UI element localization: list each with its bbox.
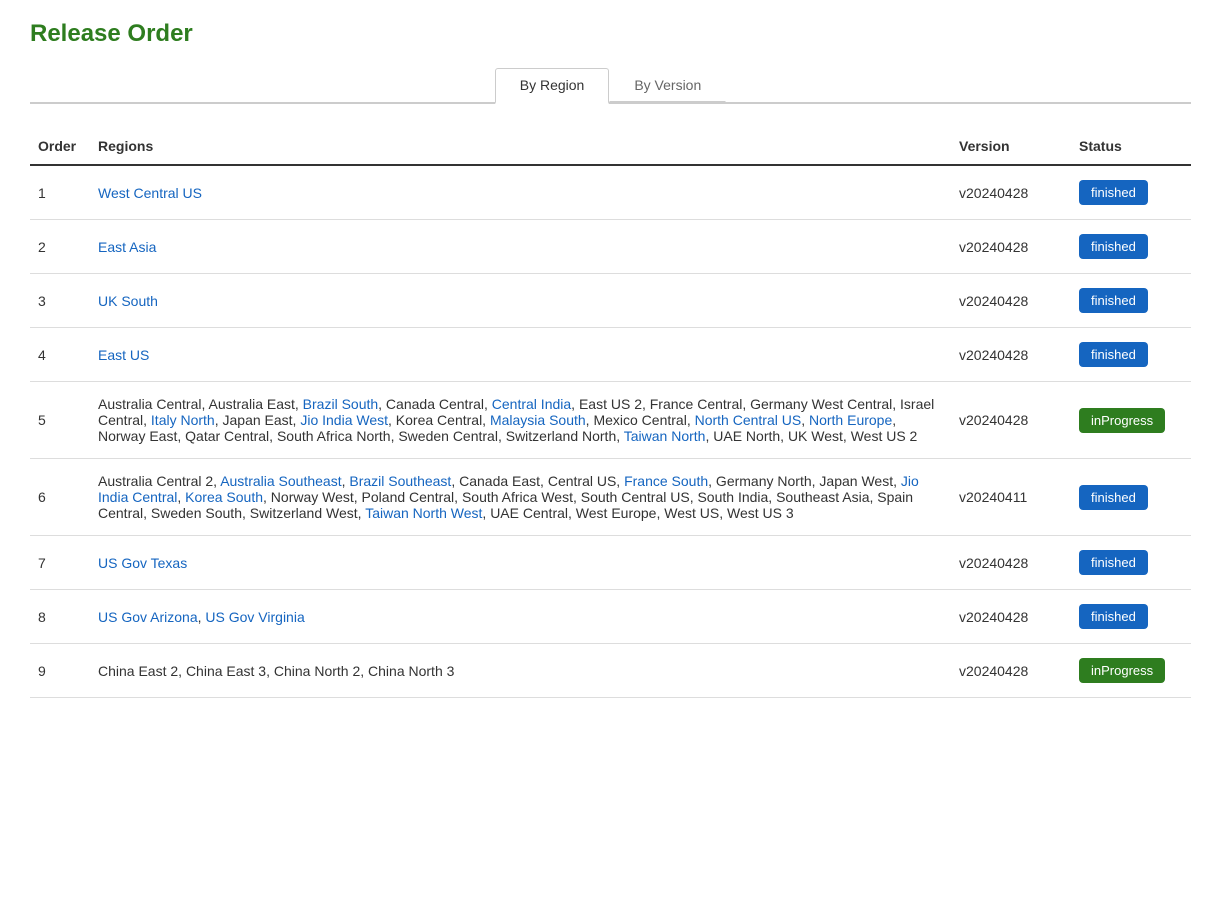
cell-status: inProgress [1071, 382, 1191, 459]
region-text: , [177, 489, 185, 505]
region-text: , Australia East, [202, 396, 303, 412]
table-row: 9 China East 2, China East 3, China North… [30, 644, 1191, 698]
region-link[interactable]: East US [98, 347, 149, 363]
region-text: , Mexico Central, [586, 412, 695, 428]
region-text: Australia Central [98, 396, 202, 412]
cell-version: v20240428 [951, 382, 1071, 459]
tab-by-region[interactable]: By Region [495, 68, 610, 104]
region-link[interactable]: France South [624, 473, 708, 489]
region-link[interactable]: North Central US [695, 412, 802, 428]
status-badge: finished [1079, 604, 1148, 629]
table-row: 6Australia Central 2, Australia Southeas… [30, 459, 1191, 536]
region-text: , Canada Central, [378, 396, 492, 412]
cell-order: 6 [30, 459, 90, 536]
cell-version: v20240428 [951, 165, 1071, 220]
region-link[interactable]: US Gov Virginia [205, 609, 304, 625]
region-link[interactable]: Taiwan North [624, 428, 706, 444]
region-link[interactable]: Italy North [151, 412, 215, 428]
region-text: , UAE Central, West Europe, West US, Wes… [482, 505, 793, 521]
cell-status: inProgress [1071, 644, 1191, 698]
region-link[interactable]: Australia Southeast [220, 473, 341, 489]
cell-regions: UK South [90, 274, 951, 328]
region-link[interactable]: Taiwan North West [365, 505, 482, 521]
cell-regions: US Gov Texas [90, 536, 951, 590]
cell-order: 3 [30, 274, 90, 328]
region-link[interactable]: US Gov Arizona [98, 609, 198, 625]
cell-order: 1 [30, 165, 90, 220]
cell-order: 5 [30, 382, 90, 459]
region-link[interactable]: Korea South [185, 489, 263, 505]
cell-status: finished [1071, 274, 1191, 328]
cell-status: finished [1071, 220, 1191, 274]
table-row: 7 US Gov Texas v20240428 finished [30, 536, 1191, 590]
release-order-table-container: Order Regions Version Status 1 West Centr… [30, 128, 1191, 698]
cell-version: v20240428 [951, 644, 1071, 698]
col-header-order: Order [30, 128, 90, 165]
cell-regions: West Central US [90, 165, 951, 220]
col-header-status: Status [1071, 128, 1191, 165]
cell-status: finished [1071, 328, 1191, 382]
status-badge: inProgress [1079, 658, 1165, 683]
cell-regions: Australia Central, Australia East, Brazi… [90, 382, 951, 459]
status-badge: finished [1079, 180, 1148, 205]
region-text: Australia Central 2 [98, 473, 213, 489]
cell-version: v20240428 [951, 220, 1071, 274]
status-badge: finished [1079, 550, 1148, 575]
region-link[interactable]: Brazil South [303, 396, 378, 412]
status-badge: finished [1079, 342, 1148, 367]
region-link[interactable]: Brazil Southeast [349, 473, 451, 489]
status-badge: finished [1079, 288, 1148, 313]
tab-by-version[interactable]: By Version [609, 68, 726, 102]
cell-regions: China East 2, China East 3, China North … [90, 644, 951, 698]
region-link[interactable]: Malaysia South [490, 412, 586, 428]
cell-regions: East US [90, 328, 951, 382]
region-link[interactable]: East Asia [98, 239, 156, 255]
region-text: , Japan East, [215, 412, 301, 428]
cell-order: 4 [30, 328, 90, 382]
cell-status: finished [1071, 459, 1191, 536]
table-row: 2 East Asia v20240428 finished [30, 220, 1191, 274]
cell-order: 9 [30, 644, 90, 698]
cell-regions: US Gov Arizona, US Gov Virginia [90, 590, 951, 644]
status-badge: inProgress [1079, 408, 1165, 433]
cell-version: v20240428 [951, 536, 1071, 590]
cell-status: finished [1071, 536, 1191, 590]
cell-version: v20240428 [951, 590, 1071, 644]
table-row: 1 West Central US v20240428 finished [30, 165, 1191, 220]
region-text: China East 2, China East 3, China North … [98, 663, 454, 679]
cell-order: 7 [30, 536, 90, 590]
region-link[interactable]: US Gov Texas [98, 555, 187, 571]
region-link[interactable]: Central India [492, 396, 571, 412]
tab-bar: By Region By Version [30, 68, 1191, 104]
status-badge: finished [1079, 234, 1148, 259]
cell-version: v20240411 [951, 459, 1071, 536]
status-badge: finished [1079, 485, 1148, 510]
cell-status: finished [1071, 590, 1191, 644]
col-header-version: Version [951, 128, 1071, 165]
cell-order: 8 [30, 590, 90, 644]
region-text: , Germany North, Japan West, [708, 473, 901, 489]
release-order-table: Order Regions Version Status 1 West Centr… [30, 128, 1191, 698]
table-row: 3 UK South v20240428 finished [30, 274, 1191, 328]
region-link[interactable]: UK South [98, 293, 158, 309]
cell-regions: East Asia [90, 220, 951, 274]
cell-status: finished [1071, 165, 1191, 220]
region-link[interactable]: West Central US [98, 185, 202, 201]
table-row: 5Australia Central, Australia East, Braz… [30, 382, 1191, 459]
region-link[interactable]: Jio India West [300, 412, 388, 428]
cell-order: 2 [30, 220, 90, 274]
cell-regions: Australia Central 2, Australia Southeast… [90, 459, 951, 536]
cell-version: v20240428 [951, 274, 1071, 328]
page-title: Release Order [30, 20, 1191, 48]
table-row: 8US Gov Arizona, US Gov Virginiav2024042… [30, 590, 1191, 644]
region-text: , Canada East, Central US, [451, 473, 624, 489]
table-row: 4 East US v20240428 finished [30, 328, 1191, 382]
cell-version: v20240428 [951, 328, 1071, 382]
col-header-regions: Regions [90, 128, 951, 165]
region-text: , Korea Central, [388, 412, 490, 428]
region-link[interactable]: North Europe [809, 412, 892, 428]
region-text: , UAE North, UK West, West US 2 [705, 428, 917, 444]
region-text: , [801, 412, 809, 428]
